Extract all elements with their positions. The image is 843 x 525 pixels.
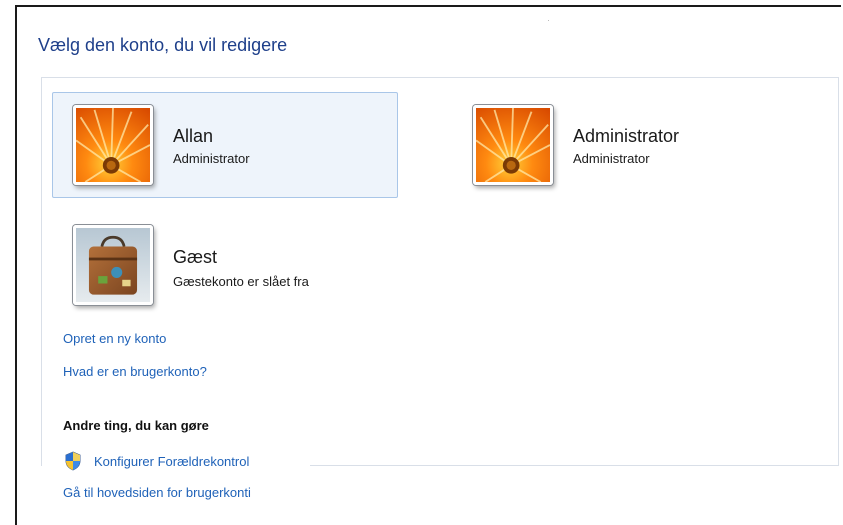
account-picture-flower [473,105,553,185]
suitcase-icon [76,228,150,302]
account-name: Allan [173,126,214,146]
account-role: Gæstekonto er slået fra [173,274,309,289]
user-accounts-home-link[interactable]: Gå til hovedsiden for brugerkonti [63,485,251,500]
uac-shield-icon [64,451,82,471]
account-tile-allan[interactable]: Allan Administrator [52,92,398,198]
page-title: Vælg den konto, du vil redigere [38,35,288,55]
account-role: Administrator [573,151,650,166]
create-account-link[interactable]: Opret en ny konto [63,331,166,346]
account-tile-guest[interactable]: Gæst Gæstekonto er slået fra [52,214,398,320]
what-is-account-link[interactable]: Hvad er en brugerkonto? [63,364,207,379]
account-name: Gæst [173,247,218,267]
account-tile-administrator[interactable]: Administrator Administrator [452,92,798,198]
other-tasks-heading: Andre ting, du kan gøre [63,418,209,433]
account-picture-suitcase [73,225,153,305]
orange-flower-icon [76,108,150,182]
account-picture-flower [73,105,153,185]
stray-pixel [548,20,549,21]
parental-controls-link[interactable]: Konfigurer Forældrekontrol [94,454,249,469]
account-role: Administrator [173,151,250,166]
orange-flower-icon [476,108,550,182]
account-name: Administrator [573,126,680,146]
